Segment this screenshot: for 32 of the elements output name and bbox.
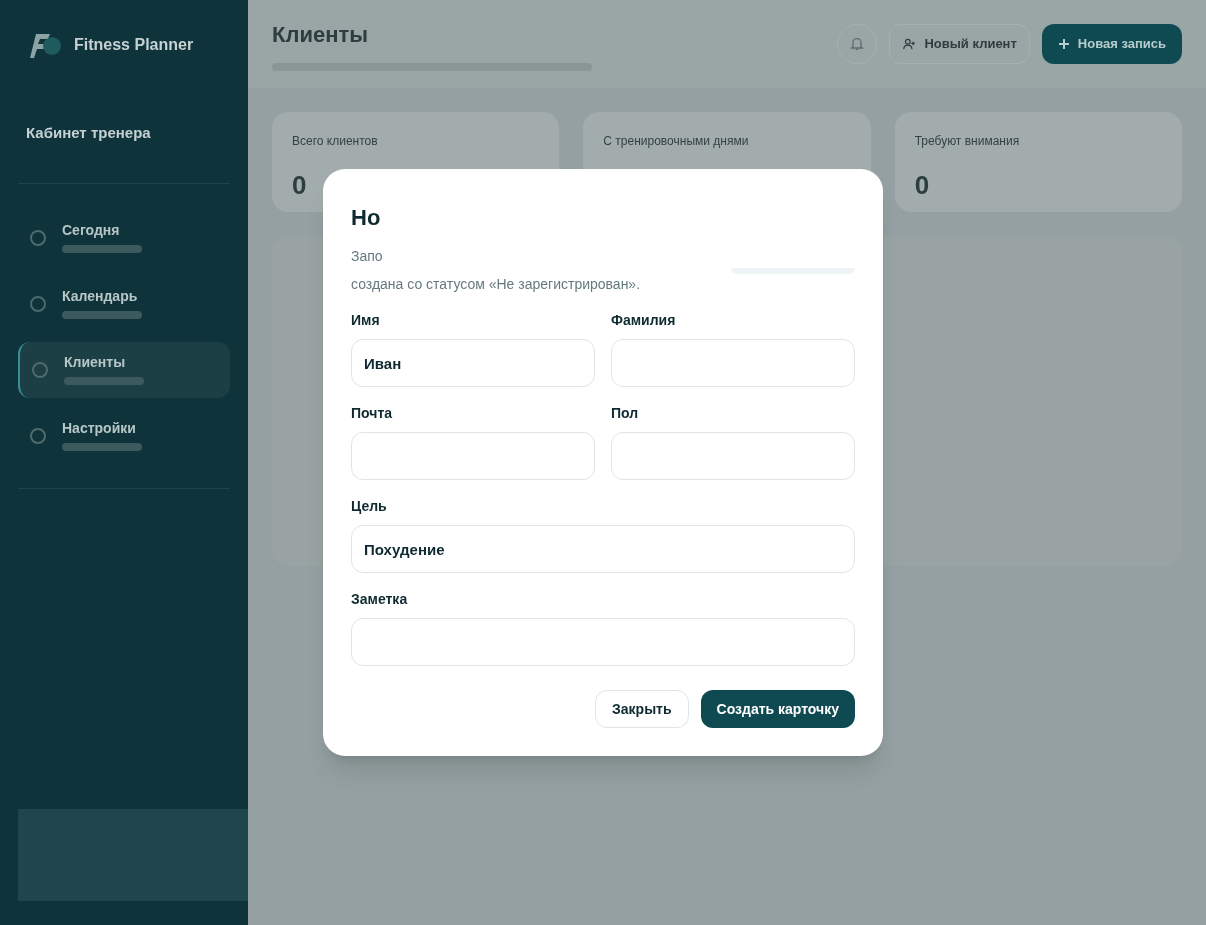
sidebar-item[interactable]: Настройки [18, 407, 230, 464]
field-label: Пол [611, 404, 640, 423]
field-label: Почта [351, 404, 394, 423]
sidebar-item[interactable]: Сегодня [18, 209, 230, 266]
plus-icon [1057, 38, 1070, 50]
dialog-description: создана со статусом «Не зарегистрирован». [351, 275, 641, 294]
field-label: Имя [351, 311, 381, 330]
nav-icon [32, 361, 48, 378]
field-label: Заметка [351, 590, 409, 609]
input-field[interactable] [611, 339, 855, 387]
input-field[interactable] [351, 618, 855, 666]
stat-card: Требуют внимания 0 [894, 112, 1182, 212]
create-button[interactable]: Создать карточку [700, 690, 855, 728]
close-button[interactable]: Закрыть [595, 690, 689, 728]
nav-icon [30, 229, 46, 246]
input-field[interactable] [611, 432, 855, 480]
new-client-button[interactable]: Новый клиент [889, 24, 1030, 64]
page-title: Клиенты [272, 20, 369, 49]
input-field[interactable]: Иван [351, 339, 595, 387]
field-label: Цель [351, 497, 388, 516]
field-label: Фамилия [611, 311, 677, 330]
nav-icon [30, 427, 46, 444]
brand-name: Fitness Planner [74, 35, 194, 55]
new-entry-button[interactable]: Новая запись [1041, 24, 1182, 64]
input-field[interactable] [351, 432, 595, 480]
add-user-icon [902, 37, 917, 51]
section-title: Кабинет тренера [25, 123, 152, 143]
sidebar-item[interactable]: Клиенты [18, 341, 230, 398]
sidebar-item[interactable]: Календарь [18, 275, 230, 332]
dialog-description: Запо [351, 247, 384, 266]
input-field[interactable]: Похудение [351, 525, 855, 573]
nav-icon [30, 295, 46, 312]
